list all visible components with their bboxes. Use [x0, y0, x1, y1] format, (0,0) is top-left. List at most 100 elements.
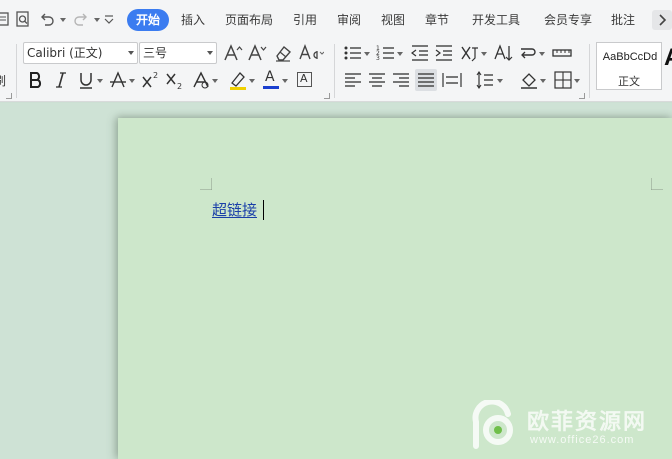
align-center-button[interactable] [366, 69, 388, 91]
watermark-title: 欧菲资源网 [527, 410, 648, 435]
undo-icon[interactable] [38, 10, 56, 28]
highlight-dropdown-icon[interactable] [249, 79, 255, 83]
shading-dropdown-icon[interactable] [540, 79, 546, 83]
font-size-dropdown-icon [207, 51, 213, 55]
font-color-letter: A [265, 69, 275, 85]
align-right-button[interactable] [390, 69, 412, 91]
align-left-button[interactable] [342, 69, 364, 91]
shading-button[interactable] [518, 69, 540, 91]
font-size-combo[interactable]: 三号 [139, 42, 217, 64]
tab-page-layout[interactable]: 页面布局 [225, 9, 273, 31]
eraser-icon [276, 45, 291, 62]
font-family-combo[interactable]: Calibri (正文) [23, 42, 138, 64]
tab-references[interactable]: 引用 [293, 9, 317, 31]
undo-dropdown-icon[interactable] [60, 18, 66, 22]
style-heading-preview[interactable]: A [664, 44, 672, 72]
group-separator [589, 44, 590, 98]
numbered-list-icon: 123 [376, 45, 394, 62]
text-effects-icon [193, 71, 209, 89]
customize-quick-access-icon[interactable] [100, 10, 118, 28]
character-border-button[interactable]: A [294, 69, 316, 91]
font-group-launcher[interactable] [324, 93, 330, 99]
bullet-list-button[interactable] [342, 42, 364, 64]
print-icon[interactable] [0, 10, 12, 28]
align-center-icon [369, 73, 385, 87]
sort-icon [494, 44, 513, 61]
bullet-list-icon [344, 46, 361, 60]
bold-button[interactable] [25, 69, 47, 91]
tab-chapter[interactable]: 章节 [425, 9, 449, 31]
decrease-font-size-icon [248, 44, 267, 61]
tab-ruler-button[interactable] [551, 42, 573, 64]
strikethrough-dropdown-icon[interactable] [129, 79, 135, 83]
chinese-layout-dropdown-icon[interactable] [481, 52, 487, 56]
increase-indent-button[interactable] [433, 42, 455, 64]
font-color-button[interactable]: A [260, 69, 282, 91]
decrease-font-size-button[interactable] [246, 42, 268, 64]
bullet-list-dropdown-icon[interactable] [364, 52, 370, 56]
highlight-button[interactable] [227, 69, 249, 91]
style-name-label: 正文 [618, 75, 640, 88]
clipboard-group-launcher[interactable] [6, 93, 12, 99]
strikethrough-button[interactable] [107, 69, 129, 91]
tab-developer[interactable]: 开发工具 [472, 9, 520, 31]
line-spacing-dropdown-icon[interactable] [497, 79, 503, 83]
highlight-color-bar [230, 87, 246, 90]
paint-bucket-icon [521, 73, 537, 89]
tab-insert[interactable]: 插入 [181, 9, 205, 31]
format-painter-label-fragment: 刷 [0, 74, 7, 88]
watermark-logo-icon [472, 400, 513, 449]
style-normal-item[interactable]: AaBbCcDd 正文 [596, 42, 662, 90]
highlighter-icon [230, 72, 246, 90]
increase-indent-icon [435, 45, 452, 61]
italic-button[interactable] [50, 69, 72, 91]
increase-font-size-icon [224, 44, 243, 61]
tab-comments[interactable]: 批注 [611, 9, 651, 31]
svg-text:3: 3 [376, 55, 380, 62]
change-case-button[interactable] [298, 42, 325, 64]
increase-font-size-button[interactable] [222, 42, 244, 64]
tab-member[interactable]: 会员专享 [544, 9, 592, 31]
subscript-icon: 2 [166, 73, 182, 91]
borders-dropdown-icon[interactable] [574, 79, 580, 83]
font-color-bar [263, 86, 279, 89]
distributed-align-button[interactable] [441, 69, 463, 91]
justify-button[interactable] [415, 69, 437, 91]
clear-formatting-button[interactable] [272, 42, 294, 64]
font-color-dropdown-icon[interactable] [282, 79, 288, 83]
show-hide-marks-dropdown-icon[interactable] [539, 52, 545, 56]
subscript-button[interactable]: 2 [164, 69, 186, 91]
numbered-list-dropdown-icon[interactable] [397, 52, 403, 56]
show-hide-marks-button[interactable] [517, 42, 539, 64]
borders-icon [554, 71, 572, 89]
underline-dropdown-icon[interactable] [97, 79, 103, 83]
italic-icon [56, 72, 66, 88]
print-preview-icon[interactable] [14, 10, 32, 28]
tab-review[interactable]: 审阅 [337, 9, 361, 31]
hyperlink-text[interactable]: 超链接 [212, 199, 257, 220]
bold-icon [30, 72, 42, 88]
strikethrough-icon [110, 71, 126, 88]
chinese-layout-icon [461, 46, 478, 62]
align-left-icon [345, 73, 361, 87]
underline-button[interactable] [75, 69, 97, 91]
text-effects-button[interactable] [190, 69, 212, 91]
text-effects-dropdown-icon[interactable] [212, 79, 218, 83]
character-border-letter: A [300, 72, 308, 85]
ruler-icon [552, 49, 572, 57]
redo-icon[interactable] [72, 10, 90, 28]
line-spacing-button[interactable] [474, 69, 496, 91]
chinese-layout-button[interactable] [459, 42, 481, 64]
tab-scroll-right-button[interactable] [652, 10, 672, 30]
tab-view[interactable]: 视图 [381, 9, 405, 31]
tab-home[interactable]: 开始 [127, 9, 170, 31]
change-case-icon [299, 44, 325, 60]
decrease-indent-button[interactable] [409, 42, 431, 64]
paragraph-group-launcher[interactable] [579, 93, 585, 99]
align-right-icon [393, 73, 409, 87]
sort-button[interactable] [492, 42, 514, 64]
borders-button[interactable] [552, 69, 574, 91]
text-caret [263, 200, 264, 220]
numbered-list-button[interactable]: 123 [375, 42, 397, 64]
superscript-button[interactable]: 2 [140, 69, 162, 91]
